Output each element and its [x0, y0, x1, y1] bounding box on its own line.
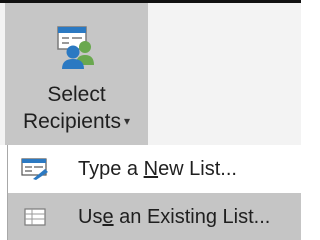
label-text-pre: Type a: [78, 157, 144, 180]
chevron-down-icon: ▾: [124, 114, 131, 128]
menu-item-type-new-list[interactable]: Type a New List...: [8, 145, 301, 192]
label-text-post: ew List...: [158, 157, 237, 180]
menu-item-label: Type a New List...: [78, 157, 237, 181]
recipients-icon: [57, 26, 94, 69]
access-key: e: [102, 205, 114, 228]
label-text-pre: Us: [78, 205, 103, 228]
label-text-post: an Existing List...: [113, 205, 271, 228]
menu-item-use-existing-list[interactable]: Use an Existing List...: [8, 193, 301, 240]
menu-item-label: Use an Existing List...: [78, 205, 270, 229]
access-key: N: [143, 157, 159, 180]
existing-list-icon: [16, 202, 54, 232]
select-recipients-label-line2-text: Recipients: [22, 110, 122, 133]
select-recipients-label-line2: Recipients ▾: [5, 109, 148, 134]
select-recipients-button[interactable]: Select Recipients ▾: [5, 3, 148, 145]
select-recipients-label-line1: Select: [47, 83, 106, 106]
type-new-list-icon: [16, 154, 54, 184]
